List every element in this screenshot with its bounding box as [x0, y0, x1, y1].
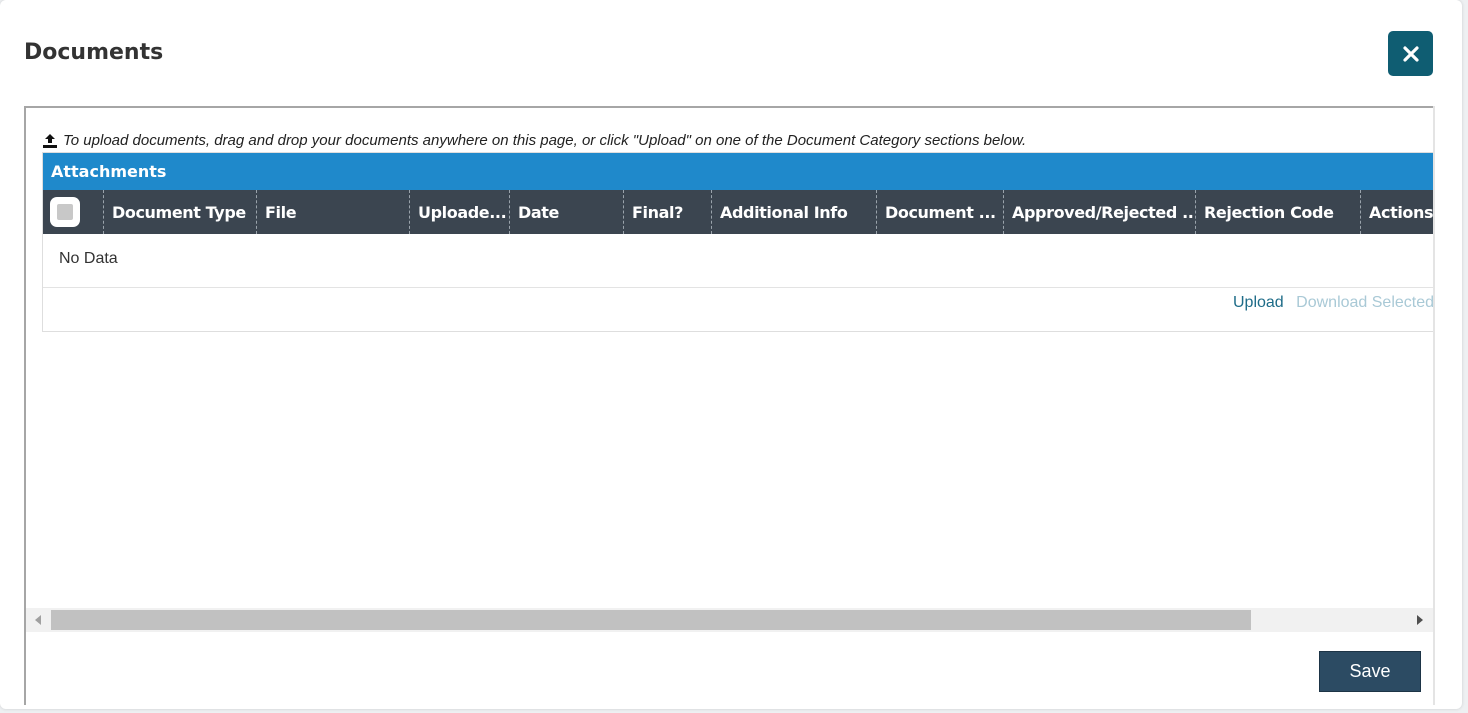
column-rejection-code[interactable]: Rejection Code [1196, 190, 1361, 234]
save-button[interactable]: Save [1320, 652, 1420, 691]
attachments-header: Attachments [43, 153, 1433, 190]
attachments-actions: Upload Download Selected [1233, 294, 1433, 312]
column-header-row: Document Type File Uploade... Date Final… [43, 190, 1433, 234]
scroll-right-icon[interactable] [1417, 615, 1423, 625]
upload-hint-text: To upload documents, drag and drop your … [63, 132, 1027, 149]
attachments-panel: Attachments Document Type File Uploade..… [42, 152, 1433, 332]
select-all-cell [43, 190, 104, 234]
documents-dialog: Documents To upload documents, drag and … [0, 0, 1462, 709]
upload-link[interactable]: Upload [1233, 294, 1284, 311]
column-document-type[interactable]: Document Type [104, 190, 257, 234]
divider [43, 287, 1433, 288]
close-icon [1402, 45, 1419, 62]
scrollbar-thumb[interactable] [51, 610, 1251, 630]
column-additional-info[interactable]: Additional Info [712, 190, 877, 234]
select-all-checkbox[interactable] [50, 197, 80, 227]
scroll-left-icon[interactable] [35, 615, 41, 625]
upload-icon [43, 133, 57, 148]
dialog-title: Documents [24, 40, 164, 65]
column-date[interactable]: Date [510, 190, 624, 234]
checkbox-indicator [57, 204, 73, 220]
column-document-status[interactable]: Document ... [877, 190, 1004, 234]
column-file[interactable]: File [257, 190, 410, 234]
documents-frame: To upload documents, drag and drop your … [24, 106, 1433, 705]
horizontal-scrollbar[interactable] [26, 608, 1433, 632]
frame-right-edge [1433, 106, 1435, 705]
close-button[interactable] [1388, 31, 1433, 76]
empty-table-message: No Data [59, 250, 118, 267]
column-final[interactable]: Final? [624, 190, 712, 234]
column-uploaded-by[interactable]: Uploade... [410, 190, 510, 234]
download-selected-link[interactable]: Download Selected [1296, 294, 1433, 311]
column-approved-rejected[interactable]: Approved/Rejected ... [1004, 190, 1196, 234]
upload-hint: To upload documents, drag and drop your … [42, 132, 1026, 149]
column-actions[interactable]: Actions [1361, 190, 1433, 234]
